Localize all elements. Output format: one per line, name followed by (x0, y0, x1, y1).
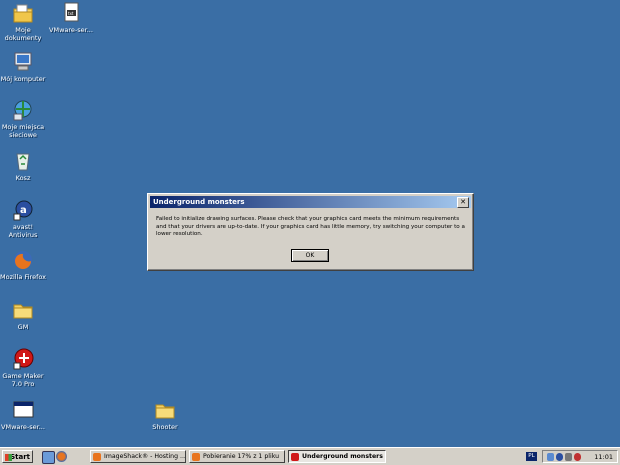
language-indicator[interactable]: PL (526, 452, 537, 461)
taskbar-button-label: Pobieranie 17% z 1 pliku (203, 453, 280, 460)
vmware-text-file-icon: txt (60, 2, 82, 24)
ok-button[interactable]: OK (291, 249, 329, 262)
recycle-bin-icon (12, 150, 34, 172)
windows-flag-icon (5, 454, 12, 461)
desktop-icon-firefox[interactable]: Mozilla Firefox (0, 249, 53, 281)
desktop-icon-my-computer[interactable]: Mój komputer (0, 51, 53, 83)
desktop-icon-label: GM (17, 323, 29, 331)
firefox-icon (192, 453, 200, 461)
avast-tray-icon[interactable] (556, 453, 563, 461)
desktop-icon-label: Game Maker 7.0 Pro (2, 372, 44, 388)
security-tray-icon[interactable] (574, 453, 581, 461)
taskbar-button-label: ImageShack® - Hosting ... (104, 453, 186, 460)
desktop-icon-label: VMware-ser... (1, 423, 45, 431)
my-computer-icon (12, 51, 34, 73)
firefox-icon (12, 249, 34, 271)
desktop-icon-gm[interactable]: GM (0, 299, 53, 331)
show-desktop-icon[interactable] (42, 451, 55, 464)
taskbar-button-download[interactable]: Pobieranie 17% z 1 pliku (189, 450, 285, 463)
volume-tray-icon[interactable] (565, 453, 572, 461)
close-icon: ✕ (460, 198, 466, 206)
desktop-icon-label: VMware-ser... (49, 26, 93, 34)
start-button[interactable]: Start (2, 450, 33, 463)
my-documents-icon (12, 2, 34, 24)
network-tray-icon[interactable] (547, 453, 554, 461)
svg-text:a: a (20, 205, 27, 216)
desktop-icon-label: Moje miejsca sieciowe (1, 123, 45, 139)
taskbar-button-underground-monsters[interactable]: Underground monsters (288, 450, 386, 463)
desktop-icon-label: Mój komputer (0, 75, 46, 83)
svg-text:txt: txt (68, 11, 74, 16)
game-maker-icon (291, 453, 299, 461)
desktop-icon-label: Mozilla Firefox (0, 273, 46, 281)
desktop-icon-vmware-text[interactable]: txt VMware-ser... (41, 2, 101, 34)
vmware-window-icon (12, 399, 34, 421)
desktop-icon-label: Shooter (152, 423, 178, 431)
start-label: Start (10, 453, 30, 461)
desktop-icon-game-maker[interactable]: Game Maker 7.0 Pro (0, 348, 53, 388)
desktop-icon-network-places[interactable]: Moje miejsca sieciowe (0, 99, 53, 139)
folder-icon (12, 299, 34, 321)
desktop-icon-label: avast! Antivirus (8, 223, 38, 239)
firefox-quicklaunch-icon[interactable] (56, 451, 67, 462)
dialog-titlebar[interactable]: Underground monsters ✕ (150, 196, 471, 208)
desktop-icon-vmware-window[interactable]: VMware-ser... (0, 399, 53, 431)
taskbar-button-imageshack[interactable]: ImageShack® - Hosting ... (90, 450, 186, 463)
desktop-icon-label: Kosz (15, 174, 31, 182)
desktop-icon-shooter[interactable]: Shooter (135, 399, 195, 431)
dialog-title: Underground monsters (153, 198, 245, 206)
system-tray: 11:01 (542, 450, 618, 463)
avast-icon: a (12, 199, 34, 221)
desktop-icon-recycle-bin[interactable]: Kosz (0, 150, 53, 182)
dialog-message: Failed to initialize drawing surfaces. P… (156, 216, 465, 238)
close-button[interactable]: ✕ (457, 197, 469, 208)
network-places-icon (12, 99, 34, 121)
game-maker-icon (12, 348, 34, 370)
taskbar: Start ImageShack® - Hosting ... Pobieran… (0, 447, 620, 465)
taskbar-button-label: Underground monsters (302, 453, 383, 460)
folder-icon (154, 399, 176, 421)
clock[interactable]: 11:01 (594, 451, 613, 463)
error-dialog: Underground monsters ✕ Failed to initial… (147, 193, 474, 271)
firefox-icon (93, 453, 101, 461)
desktop-icon-avast[interactable]: a avast! Antivirus (0, 199, 53, 239)
